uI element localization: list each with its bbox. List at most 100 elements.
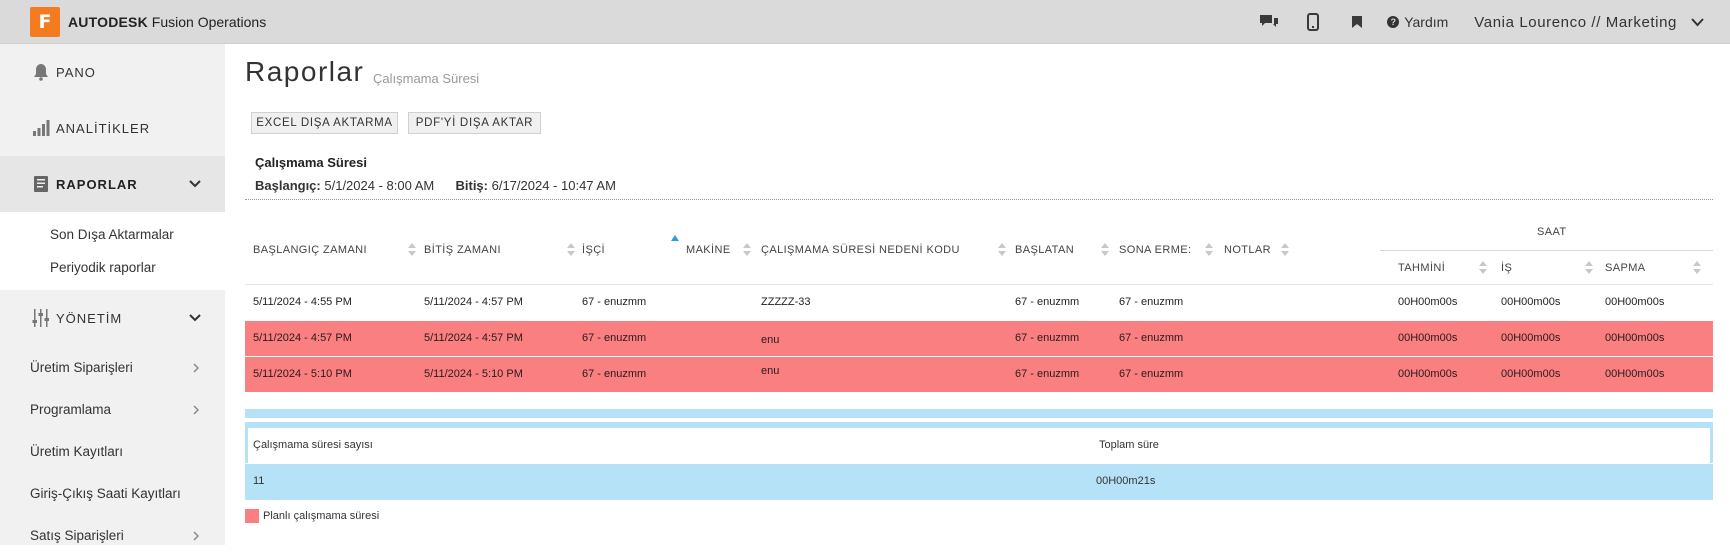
col-deviation[interactable]: SAPMA — [1605, 262, 1646, 274]
help-label: Yardım — [1404, 14, 1449, 30]
sidebar-item-satis-siparisleri[interactable]: Satış Siparişleri — [0, 514, 225, 556]
sort-icon[interactable] — [1693, 261, 1701, 275]
table-row-planned[interactable]: 5/11/2024 - 5:10 PM 5/11/2024 - 5:10 PM … — [245, 357, 1713, 393]
cell-worker: 67 - enuzmm — [582, 368, 647, 380]
sort-icon[interactable] — [1479, 261, 1487, 275]
sidebar-item-uretim-kayitlari[interactable]: Üretim Kayıtları — [0, 430, 225, 472]
cell-work: 00H00m00s — [1501, 296, 1561, 308]
summary-band — [245, 409, 1713, 418]
col-machine[interactable]: MAKİNE — [686, 244, 731, 256]
report-icon — [30, 173, 52, 195]
cell-estimated: 00H00m00s — [1398, 368, 1458, 380]
report-name: Çalışmama Süresi — [255, 155, 368, 170]
table-row-planned[interactable]: 5/11/2024 - 4:57 PM 5/11/2024 - 4:57 PM … — [245, 321, 1713, 357]
help-link[interactable]: ? Yardım — [1387, 14, 1448, 30]
chat-icon[interactable] — [1255, 8, 1283, 36]
page-subtitle: Çalışmama Süresi — [373, 71, 480, 86]
sidebar-item-periyodik-raporlar[interactable]: Periyodik raporlar — [0, 251, 225, 284]
brand-bold: AUTODESK — [68, 13, 148, 30]
top-right-actions: ? Yardım Vania Lourenco // Marketing — [1255, 0, 1730, 44]
sidebar-item-pano[interactable]: PANO — [0, 44, 225, 100]
col-ended-by[interactable]: SONA ERME: — [1119, 244, 1191, 256]
bookmark-icon[interactable] — [1343, 8, 1371, 36]
col-work[interactable]: İŞ — [1501, 262, 1512, 274]
col-group-time: SAAT — [1537, 226, 1567, 238]
cell-deviation: 00H00m00s — [1605, 332, 1665, 344]
page-title: Raporlar — [245, 56, 365, 87]
sidebar-item-label: Giriş-Çıkış Saati Kayıtları — [30, 485, 181, 501]
start-value: 5/1/2024 - 8:00 AM — [324, 178, 435, 193]
col-end-time[interactable]: BİTİŞ ZAMANI — [424, 244, 501, 256]
cell-worker: 67 - enuzmm — [582, 332, 647, 344]
sidebar-item-yonetim[interactable]: YÖNETİM — [0, 290, 225, 346]
summary-total-value: 00H00m21s — [1096, 475, 1156, 487]
brand[interactable]: F AUTODESK Fusion Operations — [30, 6, 266, 37]
main-content: Raporlar Çalışmama Süresi EXCEL DIŞA AKT… — [225, 44, 1730, 545]
sort-icon[interactable] — [1281, 243, 1289, 257]
report-range: Başlangıç: 5/1/2024 - 8:00 AM Bitiş: 6/1… — [255, 178, 616, 193]
chevron-right-icon — [193, 361, 200, 376]
sidebar-item-son-disa-aktarmalar[interactable]: Son Dışa Aktarmalar — [0, 218, 225, 251]
cell-estimated: 00H00m00s — [1398, 296, 1458, 308]
sidebar-item-uretim-siparisleri[interactable]: Üretim Siparişleri — [0, 346, 225, 388]
summary-count-value: 11 — [253, 475, 265, 487]
col-worker[interactable]: İŞÇİ — [582, 244, 605, 256]
chevron-right-icon — [193, 529, 200, 544]
cell-start: 5/11/2024 - 4:57 PM — [253, 332, 352, 344]
table-header: BAŞLANGIÇ ZAMANI BİTİŞ ZAMANI İŞÇİ MAKİN… — [245, 212, 1713, 285]
bar-chart-icon — [30, 117, 52, 139]
cell-started-by: 67 - enuzmm — [1015, 296, 1080, 308]
cell-started-by: 67 - enuzmm — [1015, 332, 1080, 344]
chevron-right-icon — [193, 403, 200, 418]
col-start-time[interactable]: BAŞLANGIÇ ZAMANI — [253, 244, 367, 256]
sidebar-item-label: Satış Siparişleri — [30, 527, 124, 543]
sort-icon[interactable] — [567, 243, 575, 257]
sort-icon[interactable] — [998, 243, 1006, 257]
export-excel-button[interactable]: EXCEL DIŞA AKTARMA — [251, 112, 398, 134]
sort-icon[interactable] — [743, 243, 751, 257]
table-row[interactable]: 5/11/2024 - 4:55 PM 5/11/2024 - 4:57 PM … — [245, 285, 1713, 321]
cell-worker: 67 - enuzmm — [582, 296, 647, 308]
legend: Planlı çalışmama süresi — [245, 509, 379, 523]
help-icon: ? — [1387, 16, 1400, 28]
cell-end: 5/11/2024 - 4:57 PM — [424, 296, 523, 308]
col-started-by[interactable]: BAŞLATAN — [1015, 244, 1074, 256]
cell-deviation: 00H00m00s — [1605, 368, 1665, 380]
sidebar: PANO ANALİTİKLER RAPORLAR Son Dışa Aktar… — [0, 44, 225, 545]
col-notes[interactable]: NOTLAR — [1224, 244, 1271, 256]
sidebar-item-giris-cikis[interactable]: Giriş-Çıkış Saati Kayıtları — [0, 472, 225, 514]
sort-icon[interactable] — [1585, 261, 1593, 275]
col-estimated[interactable]: TAHMİNİ — [1398, 262, 1445, 274]
cell-work: 00H00m00s — [1501, 368, 1561, 380]
col-reason-code[interactable]: ÇALIŞMAMA SÜRESİ NEDENİ KODU — [761, 244, 960, 256]
sidebar-item-label: Üretim Kayıtları — [30, 443, 124, 459]
sidebar-item-label: RAPORLAR — [56, 176, 138, 192]
divider — [245, 199, 1713, 200]
raporlar-submenu: Son Dışa Aktarmalar Periyodik raporlar — [0, 212, 225, 290]
cell-started-by: 67 - enuzmm — [1015, 368, 1080, 380]
bell-icon — [30, 61, 52, 83]
export-pdf-button[interactable]: PDF'Yİ DIŞA AKTAR — [408, 112, 541, 134]
sort-icon[interactable] — [408, 243, 416, 257]
mobile-icon[interactable] — [1299, 8, 1327, 36]
summary-row: 11 00H00m21s — [245, 464, 1713, 500]
summary-header: Çalışmama süresi sayısı Toplam süre — [245, 428, 1713, 463]
cell-ended-by: 67 - enuzmm — [1119, 368, 1184, 380]
start-label: Başlangıç: — [255, 178, 321, 193]
sort-icon[interactable] — [1205, 243, 1213, 257]
chevron-down-icon[interactable] — [1691, 14, 1704, 30]
cell-deviation: 00H00m00s — [1605, 296, 1665, 308]
sidebar-item-label: Üretim Siparişleri — [30, 359, 133, 375]
cell-ended-by: 67 - enuzmm — [1119, 332, 1184, 344]
chevron-down-icon — [189, 310, 201, 325]
user-menu[interactable]: Vania Lourenco // Marketing — [1474, 14, 1677, 31]
sidebar-item-label: ANALİTİKLER — [56, 120, 151, 136]
sidebar-item-programlama[interactable]: Programlama — [0, 388, 225, 430]
sidebar-item-analitikler[interactable]: ANALİTİKLER — [0, 100, 225, 156]
sort-icon[interactable] — [1101, 243, 1109, 257]
sidebar-item-raporlar[interactable]: RAPORLAR — [0, 156, 225, 212]
sidebar-item-label: Programlama — [30, 401, 112, 417]
fusion-logo: F — [30, 6, 60, 37]
sort-asc-icon[interactable] — [671, 235, 679, 241]
sliders-icon — [30, 307, 52, 329]
